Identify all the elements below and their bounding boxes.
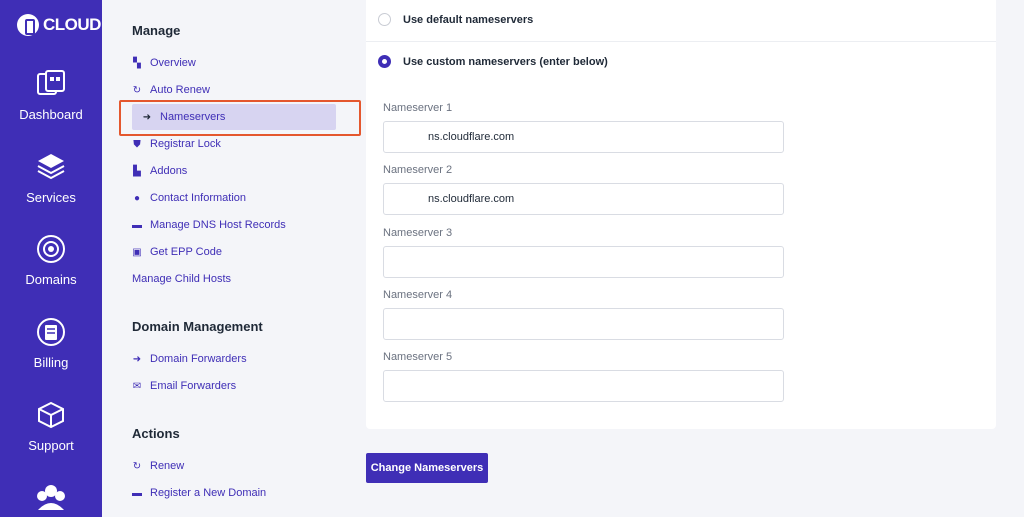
menu-item-epp-code[interactable]: ▣ Get EPP Code	[132, 242, 222, 262]
option-label: Use default nameservers	[403, 13, 534, 26]
rail-item-users[interactable]	[0, 482, 102, 517]
addons-icon: ▙	[133, 165, 141, 177]
radio-custom[interactable]	[378, 55, 391, 68]
brand-logo[interactable]: CLOUD	[17, 14, 101, 36]
menu-item-domain-forwarders[interactable]: ➜ Domain Forwarders	[132, 349, 247, 369]
rail-item-domains[interactable]: Domains	[0, 233, 102, 289]
menu-item-dns-records[interactable]: ▬ Manage DNS Host Records	[132, 215, 286, 235]
option-label: Use custom nameservers (enter below)	[403, 55, 608, 68]
option-custom-nameservers[interactable]: Use custom nameservers (enter below)	[378, 55, 608, 68]
billing-icon	[37, 318, 65, 346]
dashboard-icon	[37, 70, 65, 95]
menu-item-label: Contact Information	[150, 192, 246, 204]
menu-item-auto-renew[interactable]: ↻ Auto Renew	[132, 80, 210, 100]
rail-item-billing[interactable]: Billing	[0, 316, 102, 372]
nameserver-1-label: Nameserver 1	[383, 102, 453, 114]
nameserver-1-input[interactable]: ns.cloudflare.com	[383, 121, 784, 153]
menu-item-email-forwarders[interactable]: ✉ Email Forwarders	[132, 376, 236, 396]
rail-item-services[interactable]: Services	[0, 151, 102, 207]
menu-item-label: Get EPP Code	[150, 246, 222, 258]
shield-icon: ⛊	[133, 138, 141, 150]
divider	[366, 41, 996, 42]
rail-item-support[interactable]: Support	[0, 399, 102, 455]
annotation-highlight	[119, 100, 361, 136]
nameserver-3-label: Nameserver 3	[383, 227, 453, 239]
domains-icon	[37, 235, 65, 263]
rail-item-dashboard[interactable]: Dashboard	[0, 68, 102, 124]
nameserver-3-input[interactable]	[383, 246, 784, 278]
refresh-icon: ↻	[132, 460, 142, 472]
rail-label: Services	[26, 190, 76, 205]
domain-side-menu: Manage ▚ Overview ↻ Auto Renew ➜ Nameser…	[102, 0, 364, 517]
menu-item-renew[interactable]: ↻ Renew	[132, 456, 184, 476]
menu-item-label: Register a New Domain	[150, 487, 267, 499]
users-icon	[37, 485, 65, 510]
menu-item-label: Manage Child Hosts	[132, 273, 232, 285]
menu-heading-actions: Actions	[132, 426, 180, 441]
option-default-nameservers[interactable]: Use default nameservers	[378, 13, 533, 26]
menu-item-label: Overview	[150, 57, 196, 69]
rail-label: Support	[28, 438, 74, 453]
app-rail: CLOUD Dashboard Services Domains Billing…	[0, 0, 102, 517]
menu-item-registrar-lock[interactable]: ⛊ Registrar Lock	[132, 134, 221, 154]
arrow-forward-icon: ➜	[132, 353, 142, 365]
menu-item-register-domain[interactable]: ▬ Register a New Domain	[132, 483, 266, 503]
menu-item-contact-information[interactable]: ● Contact Information	[132, 188, 246, 208]
nameserver-5-input[interactable]	[383, 370, 784, 402]
menu-item-label: Manage DNS Host Records	[150, 219, 286, 231]
services-icon	[37, 154, 65, 180]
user-icon: ●	[133, 192, 141, 204]
menu-item-label: Registrar Lock	[150, 138, 221, 150]
menu-item-addons[interactable]: ▙ Addons	[132, 161, 187, 181]
mail-icon: ✉	[132, 380, 142, 392]
nameserver-5-label: Nameserver 5	[383, 351, 453, 363]
nameserver-2-label: Nameserver 2	[383, 164, 453, 176]
refresh-icon: ↻	[132, 84, 142, 96]
menu-item-child-hosts[interactable]: Manage Child Hosts	[132, 269, 231, 289]
nameservers-card: Use default nameservers Use custom names…	[366, 0, 996, 429]
brand-name: CLOUD	[43, 15, 101, 34]
nameserver-4-label: Nameserver 4	[383, 289, 453, 301]
support-icon	[38, 401, 64, 429]
menu-item-label: Domain Forwarders	[150, 353, 247, 365]
code-icon: ▣	[132, 246, 142, 258]
overview-icon: ▚	[133, 57, 141, 69]
tag-icon: ▬	[132, 487, 142, 499]
nameserver-4-input[interactable]	[383, 308, 784, 340]
menu-heading-domain-management: Domain Management	[132, 319, 263, 334]
radio-default[interactable]	[378, 13, 391, 26]
menu-item-overview[interactable]: ▚ Overview	[132, 53, 196, 73]
rail-label: Domains	[25, 272, 77, 287]
menu-item-label: Addons	[150, 165, 188, 177]
menu-item-label: Renew	[150, 460, 185, 472]
change-nameservers-button[interactable]: Change Nameservers	[366, 453, 488, 483]
menu-item-label: Auto Renew	[150, 84, 210, 96]
tag-icon: ▬	[132, 219, 142, 231]
menu-heading-manage: Manage	[132, 23, 181, 38]
rail-label: Billing	[33, 355, 69, 370]
nameserver-2-input[interactable]: ns.cloudflare.com	[383, 183, 784, 215]
menu-item-label: Email Forwarders	[150, 380, 237, 392]
rail-label: Dashboard	[19, 107, 83, 122]
brand-mark-icon	[17, 14, 39, 36]
